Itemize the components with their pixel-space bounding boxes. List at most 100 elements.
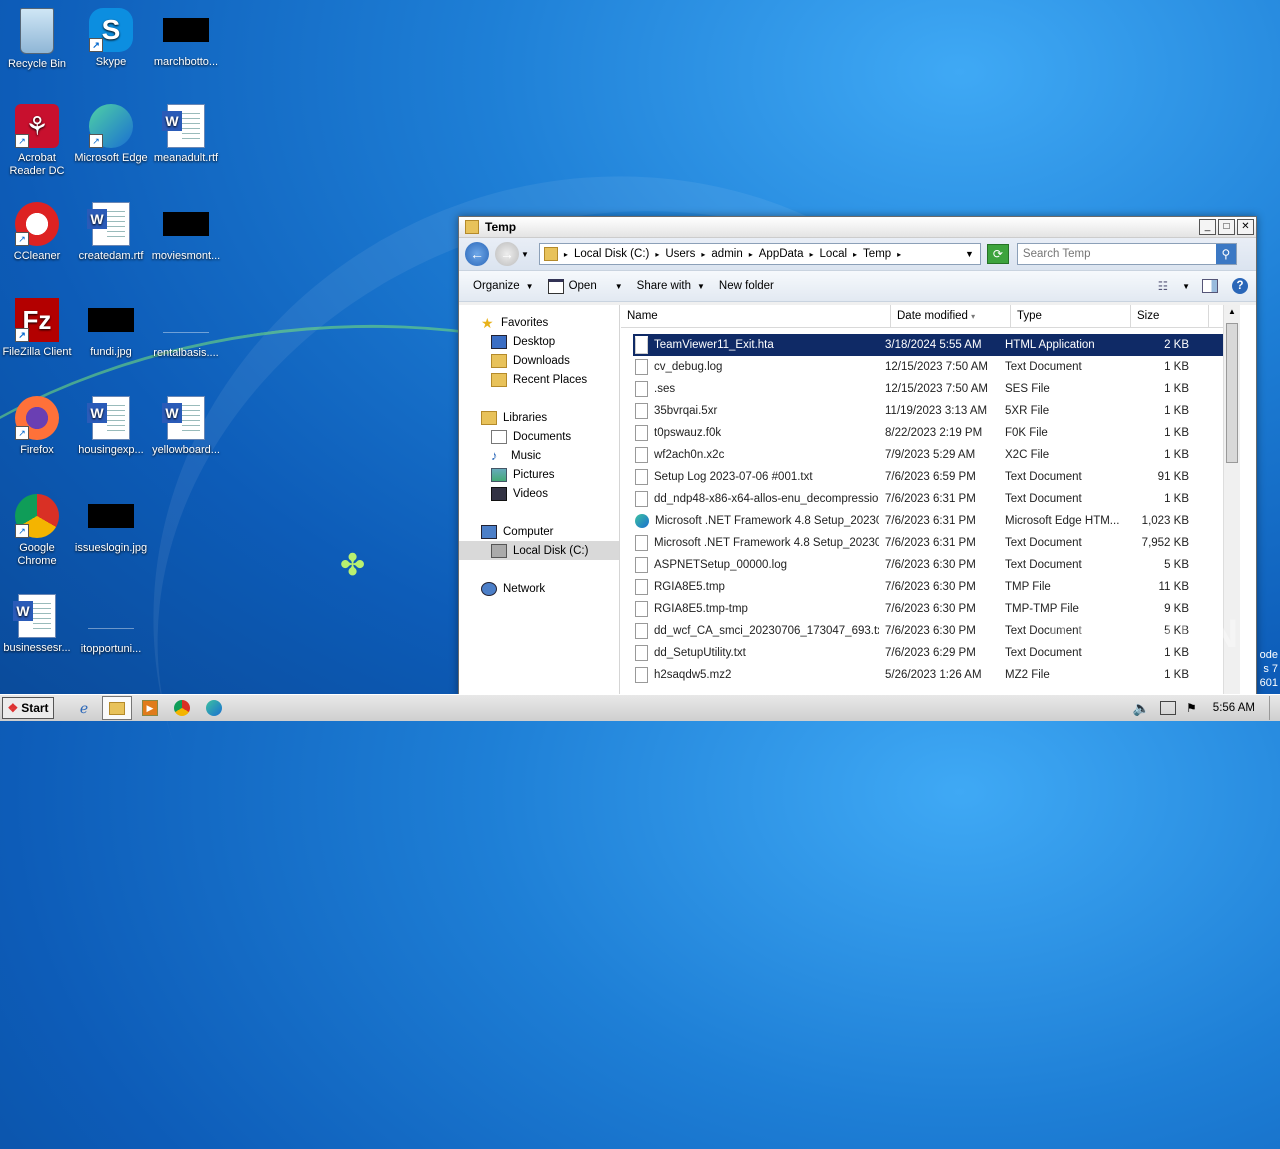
volume-icon[interactable]: 🔈	[1133, 700, 1150, 717]
organize-button[interactable]: Organize ▼	[473, 280, 534, 292]
chevron-right-icon[interactable]: ▸	[810, 250, 814, 259]
file-row[interactable]: RGIA8E5.tmp 7/6/2023 6:30 PM TMP File 11 KB	[621, 576, 1240, 598]
chevron-right-icon[interactable]: ▸	[853, 250, 857, 259]
desktop-icon-item[interactable]: Wbusinessesr...	[0, 594, 74, 655]
new-folder-button[interactable]: New folder	[719, 280, 774, 292]
edge-taskbar-icon[interactable]	[202, 697, 226, 719]
column-name[interactable]: Name	[621, 305, 891, 327]
nav-libraries[interactable]: Libraries	[459, 408, 619, 427]
nav-music[interactable]: ♪ Music	[459, 446, 619, 465]
desktop-icon-item[interactable]: Wyellowboard...	[149, 396, 223, 457]
minimize-button[interactable]: _	[1199, 219, 1216, 235]
nav-desktop[interactable]: Desktop	[459, 332, 619, 351]
action-center-flag-icon[interactable]: ⚑	[1186, 701, 1197, 715]
breadcrumb-item[interactable]: AppData	[759, 248, 804, 260]
address-bar[interactable]: ▸ Local Disk (C:) ▸ Users ▸ admin ▸ AppData ▸ Lo…	[538, 243, 981, 265]
scrollbar-thumb[interactable]	[1226, 323, 1238, 463]
maximize-button[interactable]: □	[1218, 219, 1235, 235]
chevron-right-icon[interactable]: ▸	[897, 250, 901, 259]
breadcrumb-item[interactable]: Local Disk (C:)	[574, 248, 649, 260]
organize-label: Organize	[473, 280, 520, 292]
column-size[interactable]: Size	[1131, 305, 1209, 327]
nav-pictures[interactable]: Pictures	[459, 465, 619, 484]
scroll-up-icon[interactable]: ▲	[1224, 305, 1240, 319]
open-button[interactable]: Open ▼	[547, 278, 623, 294]
address-dropdown-icon[interactable]: ▼	[965, 249, 974, 259]
nav-label: Local Disk (C:)	[513, 544, 589, 557]
explorer-taskbar-icon[interactable]	[102, 696, 132, 720]
file-row[interactable]: wf2ach0n.x2c 7/9/2023 5:29 AM X2C File 1 KB	[621, 444, 1240, 466]
file-row[interactable]: t0pswauz.f0k 8/22/2023 2:19 PM F0K File 1 K…	[621, 422, 1240, 444]
refresh-button[interactable]: ⟳	[986, 244, 1009, 264]
file-row[interactable]: Setup Log 2023-07-06 #001.txt 7/6/2023 6:…	[621, 466, 1240, 488]
file-row[interactable]: dd_ndp48-x86-x64-allos-enu_decompression…	[621, 488, 1240, 510]
file-row[interactable]: 35bvrqai.5xr 11/19/2023 3:13 AM 5XR File 1 …	[621, 400, 1240, 422]
nav-network[interactable]: Network	[459, 579, 619, 598]
close-button[interactable]: ✕	[1237, 219, 1254, 235]
file-row[interactable]: Microsoft .NET Framework 4.8 Setup_20230…	[621, 510, 1240, 532]
clock[interactable]: 5:56 AM	[1213, 702, 1255, 714]
nav-recent-places[interactable]: Recent Places	[459, 370, 619, 389]
media-player-taskbar-icon[interactable]: ▶	[138, 697, 162, 719]
file-row[interactable]: TeamViewer11_Exit.hta 3/18/2024 5:55 AM HT…	[633, 334, 1240, 356]
nav-downloads[interactable]: Downloads	[459, 351, 619, 370]
search-box[interactable]: ⚲	[1016, 243, 1237, 265]
chevron-right-icon[interactable]: ▸	[655, 250, 659, 259]
start-button[interactable]: ❖ Start	[2, 697, 54, 719]
nav-videos[interactable]: Videos	[459, 484, 619, 503]
share-with-button[interactable]: Share with ▼	[637, 280, 705, 292]
desktop-icon-item[interactable]: itopportuni...	[74, 594, 148, 656]
file-date: 7/9/2023 5:29 AM	[885, 449, 976, 461]
desktop-icon-item[interactable]: Recycle Bin	[0, 8, 74, 71]
chevron-down-icon[interactable]: ▼	[1182, 282, 1190, 291]
desktop-icon-item[interactable]: Wmeanadult.rtf	[149, 104, 223, 165]
desktop-icon-item[interactable]: marchbotto...	[149, 8, 223, 69]
help-icon[interactable]: ?	[1232, 278, 1248, 294]
ie-taskbar-icon[interactable]: ℯ	[72, 697, 96, 719]
search-input[interactable]	[1017, 247, 1216, 261]
file-type: TMP File	[1005, 581, 1051, 593]
view-options-icon[interactable]: ☷	[1158, 279, 1168, 293]
chevron-right-icon[interactable]: ▸	[749, 250, 753, 259]
nav-computer[interactable]: Computer	[459, 522, 619, 541]
nav-local-disk[interactable]: Local Disk (C:)	[459, 541, 619, 560]
file-row[interactable]: .ses 12/15/2023 7:50 AM SES File 1 KB	[621, 378, 1240, 400]
search-icon[interactable]: ⚲	[1215, 244, 1236, 264]
file-row[interactable]: cv_debug.log 12/15/2023 7:50 AM Text Docum…	[621, 356, 1240, 378]
breadcrumb-item[interactable]: Temp	[863, 248, 891, 260]
nav-documents[interactable]: Documents	[459, 427, 619, 446]
desktop-icon-item[interactable]: ⚘ ↗ Acrobat Reader DC	[0, 104, 74, 178]
breadcrumb-item[interactable]: Users	[665, 248, 695, 260]
desktop-icon-item[interactable]: ↗ Firefox	[0, 396, 74, 457]
file-row[interactable]: ASPNETSetup_00000.log 7/6/2023 6:30 PM Tex…	[621, 554, 1240, 576]
desktop-icon-item[interactable]: moviesmont...	[149, 202, 223, 263]
nav-favorites[interactable]: ★ Favorites	[459, 313, 619, 332]
word-doc-icon: W	[87, 396, 133, 440]
back-button[interactable]: ←	[465, 242, 489, 266]
desktop-icon-item[interactable]: Whousingexp...	[74, 396, 148, 457]
network-tray-icon[interactable]	[1160, 701, 1177, 715]
breadcrumb-item[interactable]: admin	[711, 248, 742, 260]
column-date-modified[interactable]: Date modified ▾	[891, 305, 1011, 327]
desktop-icon-item[interactable]: fundi.jpg	[74, 298, 148, 359]
desktop-icon-item[interactable]: issueslogin.jpg	[74, 494, 148, 555]
title-bar[interactable]: Temp _ □ ✕	[459, 217, 1256, 238]
show-desktop-button[interactable]	[1269, 696, 1280, 720]
chevron-right-icon[interactable]: ▸	[701, 250, 705, 259]
file-row[interactable]: h2saqdw5.mz2 5/26/2023 1:26 AM MZ2 File 1 K…	[621, 664, 1240, 686]
file-row[interactable]: Microsoft .NET Framework 4.8 Setup_20230…	[621, 532, 1240, 554]
desktop-icon-item[interactable]: S ↗ Skype	[74, 8, 148, 69]
file-type: X2C File	[1005, 449, 1050, 461]
history-dropdown-icon[interactable]: ▼	[521, 250, 529, 259]
preview-pane-icon[interactable]	[1202, 279, 1218, 293]
breadcrumb-item[interactable]: Local	[820, 248, 848, 260]
desktop-icon-item[interactable]: ↗ Google Chrome	[0, 494, 74, 568]
desktop-icon-item[interactable]: Wcreatedam.rtf	[74, 202, 148, 263]
desktop-icon-item[interactable]: ↗ CCleaner	[0, 202, 74, 263]
forward-button[interactable]: →	[495, 242, 519, 266]
desktop-icon-item[interactable]: Fz ↗ FileZilla Client	[0, 298, 74, 359]
chrome-taskbar-icon[interactable]	[170, 697, 194, 719]
desktop-icon-item[interactable]: ↗ Microsoft Edge	[74, 104, 148, 165]
desktop-icon-item[interactable]: rentalbasis....	[149, 298, 223, 360]
column-type[interactable]: Type	[1011, 305, 1131, 327]
